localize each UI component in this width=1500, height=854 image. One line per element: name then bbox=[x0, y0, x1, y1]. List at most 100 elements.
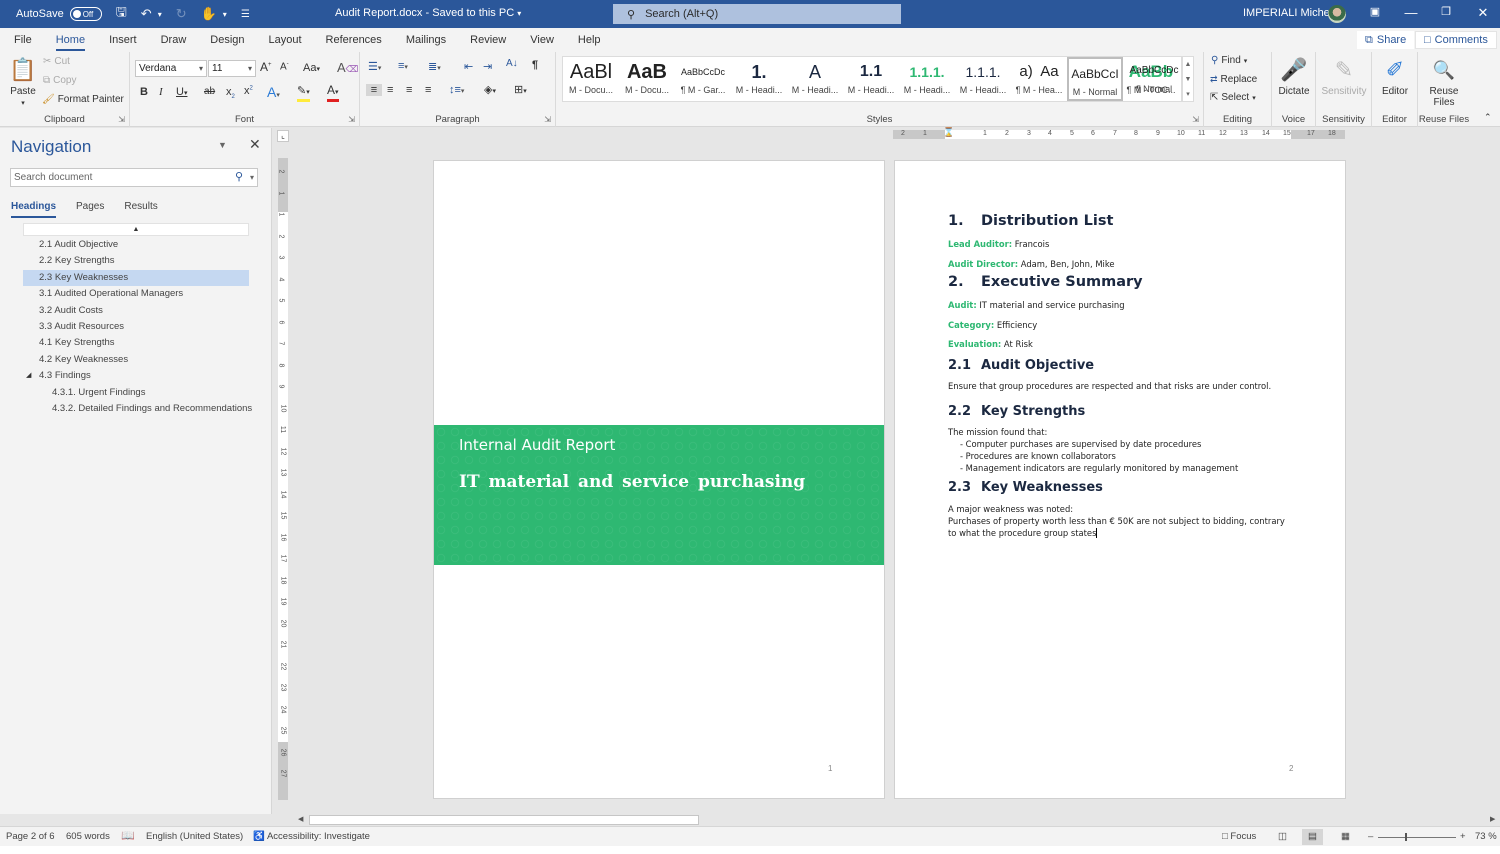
search-options-icon[interactable]: ▾ bbox=[250, 169, 254, 186]
collapse-ribbon-icon[interactable]: ⌃ bbox=[1484, 112, 1492, 123]
vertical-ruler[interactable] bbox=[278, 158, 288, 800]
minimize-icon[interactable]: — bbox=[1396, 5, 1426, 20]
word-count[interactable]: 605 words bbox=[66, 831, 110, 842]
borders-icon[interactable]: ⊞▾ bbox=[514, 83, 527, 96]
styles-scroll[interactable]: ▲ ▼ ▾ bbox=[1182, 56, 1194, 102]
heading-item-selected[interactable]: 2.3 Key Weaknesses bbox=[23, 269, 249, 287]
pane-options-icon[interactable]: ▼ bbox=[218, 140, 227, 150]
decrease-indent-icon[interactable]: ⇤ bbox=[464, 60, 473, 73]
search-icon[interactable]: ⚲ bbox=[235, 169, 243, 186]
comments-button[interactable]: □ Comments bbox=[1415, 31, 1497, 49]
grow-font-icon[interactable]: A+ bbox=[260, 60, 272, 74]
font-launcher-icon[interactable]: ⇲ bbox=[348, 115, 355, 124]
change-case-button[interactable]: Aa▾ bbox=[303, 62, 320, 74]
restore-icon[interactable]: ❐ bbox=[1431, 5, 1461, 18]
heading-item[interactable]: 4.1 Key Strengths bbox=[23, 335, 249, 351]
web-layout-icon[interactable]: ▦ bbox=[1341, 831, 1350, 842]
zoom-out-icon[interactable]: – bbox=[1368, 831, 1373, 842]
scroll-up-icon[interactable]: ▲ bbox=[1185, 61, 1192, 68]
editor-button[interactable]: ✐ Editor bbox=[1372, 54, 1418, 97]
zoom-slider-thumb[interactable] bbox=[1405, 833, 1408, 841]
close-icon[interactable]: ✕ bbox=[1468, 5, 1498, 21]
heading-item[interactable]: 3.3 Audit Resources bbox=[23, 319, 249, 335]
avatar[interactable] bbox=[1328, 5, 1346, 23]
indent-marker[interactable]: ⌛ bbox=[943, 127, 954, 138]
proofing-icon[interactable]: 📖 bbox=[121, 829, 135, 842]
tab-results[interactable]: Results bbox=[124, 201, 157, 218]
heading-item[interactable]: 2.2 Key Strengths bbox=[23, 253, 249, 269]
shading-icon[interactable]: ◈▾ bbox=[484, 83, 496, 96]
tab-review[interactable]: Review bbox=[458, 28, 518, 52]
strikethrough-icon[interactable]: ab bbox=[204, 86, 215, 97]
style-tile[interactable]: AaBl M - Docu... bbox=[563, 57, 619, 101]
font-name-combo[interactable]: Verdana ▾ bbox=[135, 60, 207, 77]
style-tile[interactable]: 1.1 M - Headi... bbox=[843, 57, 899, 101]
tab-home[interactable]: Home bbox=[44, 28, 97, 52]
tab-design[interactable]: Design bbox=[198, 28, 256, 52]
heading-item[interactable]: 2.1 Audit Objective bbox=[23, 237, 249, 253]
user-name[interactable]: IMPERIALI Michele bbox=[1243, 7, 1338, 19]
more-styles-icon[interactable]: ▾ bbox=[1186, 91, 1190, 98]
tab-insert[interactable]: Insert bbox=[97, 28, 149, 52]
italic-icon[interactable]: I bbox=[159, 86, 163, 98]
align-center-icon[interactable]: ≡ bbox=[387, 84, 393, 96]
format-painter-button[interactable]: 🖌 Format Painter bbox=[42, 94, 124, 105]
style-tile[interactable]: 1. M - Headi... bbox=[731, 57, 787, 101]
style-tile[interactable]: AaBbCcDc ¶ Normal bbox=[1126, 56, 1182, 100]
zoom-slider[interactable] bbox=[1378, 837, 1456, 838]
style-tile[interactable]: a) Aa ¶ M - Hea... bbox=[1011, 57, 1067, 101]
paste-button[interactable]: 📋 Paste ▾ bbox=[8, 54, 38, 108]
select-button[interactable]: ⇱ Select ▾ bbox=[1210, 92, 1256, 103]
heading-item[interactable]: 4.3.1. Urgent Findings bbox=[23, 385, 249, 401]
focus-button[interactable]: □ Focus bbox=[1222, 831, 1256, 842]
superscript-icon[interactable]: x2 bbox=[244, 85, 253, 97]
scroll-right-icon[interactable]: ▶ bbox=[1490, 815, 1495, 823]
sensitivity-button[interactable]: ✎ Sensitivity bbox=[1316, 54, 1372, 97]
scroll-left-icon[interactable]: ◀ bbox=[298, 815, 303, 823]
tab-view[interactable]: View bbox=[518, 28, 566, 52]
find-button[interactable]: ⚲ Find ▾ bbox=[1211, 55, 1247, 66]
heading-item[interactable]: 4.2 Key Weaknesses bbox=[23, 352, 249, 368]
redo-icon[interactable]: ↻ bbox=[176, 6, 187, 22]
subscript-icon[interactable]: x2 bbox=[226, 86, 235, 100]
tab-file[interactable]: File bbox=[2, 28, 44, 52]
numbering-icon[interactable]: ≡▾ bbox=[398, 60, 408, 72]
horizontal-scroll-thumb[interactable] bbox=[309, 815, 699, 825]
document-title[interactable]: Audit Report.docx - Saved to this PC ▾ bbox=[335, 7, 521, 19]
tab-layout[interactable]: Layout bbox=[257, 28, 314, 52]
scroll-down-icon[interactable]: ▼ bbox=[1185, 76, 1192, 83]
line-spacing-icon[interactable]: ↕≡▾ bbox=[449, 84, 464, 96]
search-document-input[interactable]: Search document ⚲ ▾ bbox=[10, 168, 258, 187]
copy-button[interactable]: ⧉ Copy bbox=[43, 75, 77, 86]
style-tile[interactable]: AaBbCcDc ¶ M - Gar... bbox=[675, 57, 731, 101]
ribbon-display-options-icon[interactable]: ▣ bbox=[1360, 5, 1390, 18]
style-tile[interactable]: 1.1.1. M - Headi... bbox=[899, 57, 955, 101]
justify-icon[interactable]: ≡ bbox=[425, 84, 431, 96]
styles-launcher-icon[interactable]: ⇲ bbox=[1192, 115, 1199, 124]
heading-item[interactable]: 3.1 Audited Operational Managers bbox=[23, 286, 249, 302]
share-button[interactable]: ⧉ Share bbox=[1357, 31, 1415, 49]
heading-item[interactable]: 4.3.2. Detailed Findings and Recommendat… bbox=[23, 401, 252, 417]
font-size-combo[interactable]: 11 ▾ bbox=[208, 60, 256, 77]
style-tile[interactable]: 1.1.1. M - Headi... bbox=[955, 57, 1011, 101]
show-marks-icon[interactable]: ¶ bbox=[532, 59, 538, 71]
bullets-icon[interactable]: ☰▾ bbox=[368, 60, 381, 73]
page-2[interactable]: 1. Distribution List Lead Auditor: Franco… bbox=[894, 160, 1346, 799]
align-left-icon[interactable]: ≡ bbox=[366, 84, 382, 96]
heading-item[interactable]: 3.2 Audit Costs bbox=[23, 303, 249, 319]
zoom-level[interactable]: 73 % bbox=[1475, 831, 1497, 842]
touch-mode-dropdown-icon[interactable]: ▾ bbox=[223, 10, 227, 19]
tab-selector[interactable]: ⌞ bbox=[277, 130, 289, 142]
tab-mailings[interactable]: Mailings bbox=[394, 28, 458, 52]
tab-headings[interactable]: Headings bbox=[11, 201, 57, 218]
clear-formatting-icon[interactable]: A⌫ bbox=[337, 60, 358, 75]
increase-indent-icon[interactable]: ⇥ bbox=[483, 60, 492, 73]
reuse-files-button[interactable]: 🔍 Reuse Files bbox=[1418, 54, 1470, 108]
customize-qat-icon[interactable]: ☰ bbox=[241, 9, 250, 20]
close-pane-icon[interactable]: ✕ bbox=[249, 136, 261, 153]
font-color-icon[interactable]: A▾ bbox=[327, 84, 339, 102]
horizontal-ruler[interactable]: 2 1 1 2 3 4 5 6 7 8 9 10 11 12 13 14 15 17 18 bbox=[893, 130, 1345, 139]
clipboard-launcher-icon[interactable]: ⇲ bbox=[118, 115, 125, 124]
align-right-icon[interactable]: ≡ bbox=[406, 84, 412, 96]
undo-icon[interactable]: ↶ bbox=[141, 6, 152, 22]
